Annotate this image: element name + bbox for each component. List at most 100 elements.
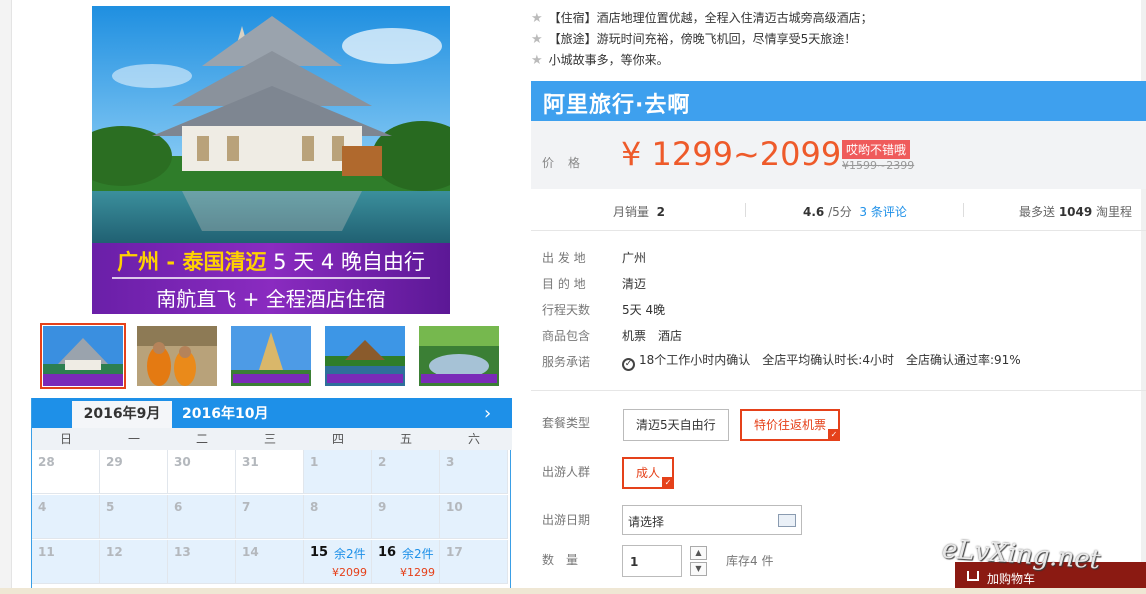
banner-destination: 泰国清迈 bbox=[182, 250, 267, 274]
price-value: ¥ 1299~2099 bbox=[621, 135, 842, 173]
rating-suffix: /5分 bbox=[824, 205, 852, 219]
day-number: 4 bbox=[38, 500, 47, 514]
price-label: 价格 bbox=[542, 156, 595, 170]
day-number: 1 bbox=[310, 455, 319, 469]
package-option-free-trip[interactable]: 清迈5天自由行 bbox=[623, 409, 729, 441]
calendar-day: 1 bbox=[304, 450, 372, 494]
chevron-down-icon[interactable]: ▼ bbox=[690, 562, 707, 576]
thumbnail-lake[interactable] bbox=[325, 326, 405, 386]
calendar-day: 30 bbox=[168, 450, 236, 494]
calendar-day: 11 bbox=[32, 540, 100, 584]
travel-date-input[interactable]: 请选择 bbox=[622, 505, 802, 535]
service-promise: ✓ 18个工作小时内确认 全店平均确认时长:4小时 全店确认通过率:91% bbox=[622, 351, 1021, 371]
day-number: 17 bbox=[446, 545, 463, 559]
monthly-sales: 月销量 2 bbox=[613, 203, 665, 220]
includes-label: 商品包含 bbox=[542, 329, 591, 343]
promise-avg-time: 全店平均确认时长:4小时 bbox=[762, 353, 894, 367]
traveler-label: 出游人群 bbox=[542, 465, 591, 479]
divider bbox=[745, 203, 746, 217]
brand-name: 阿里旅行·去啊 bbox=[543, 93, 691, 118]
chevron-up-icon[interactable]: ▲ bbox=[690, 546, 707, 560]
original-price: ¥1599~2399 bbox=[842, 159, 915, 172]
quantity-label: 数 量 bbox=[542, 553, 579, 567]
banner-type: 自由行 bbox=[361, 250, 425, 274]
star-icon: ★ bbox=[531, 32, 543, 47]
day-number: 30 bbox=[174, 455, 191, 469]
day-number: 14 bbox=[242, 545, 259, 559]
day-number: 8 bbox=[310, 500, 319, 514]
bottom-strip bbox=[0, 588, 1146, 594]
day-stock: 余2件 bbox=[334, 547, 366, 561]
day-number: 2 bbox=[378, 455, 387, 469]
calendar-day: 5 bbox=[100, 495, 168, 539]
quantity-input[interactable]: 1 bbox=[622, 545, 682, 577]
calendar-day-available[interactable]: 15 余2件 ¥2099 bbox=[304, 540, 372, 584]
day-number: 13 bbox=[174, 545, 191, 559]
brand-banner: 阿里旅行·去啊 bbox=[531, 81, 1146, 121]
day-number: 11 bbox=[38, 545, 55, 559]
calendar-weekday-row: 日 一 二 三 四 五 六 bbox=[32, 428, 512, 450]
departure-value: 广州 bbox=[622, 251, 647, 265]
divider bbox=[531, 390, 1146, 391]
banner-subline: 南航直飞 + 全程酒店住宿 bbox=[156, 287, 386, 311]
thumbnail-monks[interactable] bbox=[137, 326, 217, 386]
highlight-text: 小城故事多，等你来。 bbox=[548, 53, 669, 67]
day-number: 3 bbox=[446, 455, 455, 469]
day-number: 12 bbox=[106, 545, 123, 559]
day-number: 16 bbox=[378, 545, 397, 560]
calendar-day: 8 bbox=[304, 495, 372, 539]
promise-label: 服务承诺 bbox=[542, 355, 591, 369]
thumbnail-garden[interactable] bbox=[419, 326, 499, 386]
reviews-label: 条评论 bbox=[867, 205, 907, 219]
calendar-day: 9 bbox=[372, 495, 440, 539]
day-number: 6 bbox=[174, 500, 183, 514]
highlight-item: ★ 【住宿】酒店地理位置优越，全程入住清迈古城旁高级酒店； bbox=[531, 9, 873, 27]
destination-label: 目 的 地 bbox=[542, 277, 586, 291]
calendar-day: 29 bbox=[100, 450, 168, 494]
calendar-day: 14 bbox=[236, 540, 304, 584]
day-number: 5 bbox=[106, 500, 115, 514]
thumbnail-temple[interactable] bbox=[40, 323, 126, 389]
duration-value: 5天 4晚 bbox=[622, 303, 666, 317]
promise-rate: 全店确认通过率:91% bbox=[905, 353, 1021, 367]
calendar-header: 2016年9月 2016年10月 › bbox=[32, 398, 512, 428]
banner-headline: 广州 - 泰国清迈 5 天 4 晚自由行 bbox=[92, 246, 450, 276]
departure-calendar: 2016年9月 2016年10月 › 日 一 二 三 四 五 六 28 29 3… bbox=[31, 398, 512, 594]
points-info: 最多送 1049 淘里程 bbox=[1019, 203, 1132, 220]
calendar-day: 31 bbox=[236, 450, 304, 494]
weekday-tue: 二 bbox=[195, 432, 208, 446]
date-placeholder: 请选择 bbox=[628, 515, 665, 529]
divider bbox=[531, 230, 1146, 231]
calendar-day-available[interactable]: 16 余2件 ¥1299 bbox=[372, 540, 440, 584]
weekday-sat: 六 bbox=[467, 432, 480, 446]
day-number: 28 bbox=[38, 455, 55, 469]
points-suffix: 淘里程 bbox=[1092, 205, 1133, 219]
calendar-day: 13 bbox=[168, 540, 236, 584]
banner-route: 广州 - bbox=[117, 250, 183, 274]
weekday-mon: 一 bbox=[127, 432, 140, 446]
sales-label: 月销量 bbox=[613, 205, 650, 219]
calendar-icon[interactable] bbox=[778, 514, 796, 527]
sales-value: 2 bbox=[656, 205, 666, 219]
calendar-day: 28 bbox=[32, 450, 100, 494]
page-left-border bbox=[0, 0, 12, 594]
promo-badge: 哎哟不错哦 bbox=[842, 140, 911, 159]
highlight-item: ★ 【旅途】游玩时间充裕，傍晚飞机回，尽情享受5天旅途！ bbox=[531, 30, 856, 48]
reviews-link[interactable]: 3 条评论 bbox=[859, 205, 906, 219]
tab-sep-2016[interactable]: 2016年9月 bbox=[72, 401, 172, 428]
calendar-day: 7 bbox=[236, 495, 304, 539]
star-icon: ★ bbox=[531, 11, 543, 26]
rating: 4.6 /5分 3 条评论 bbox=[803, 203, 907, 220]
chevron-right-icon[interactable]: › bbox=[484, 403, 491, 424]
traveler-option-adult[interactable]: 成人 bbox=[622, 457, 675, 489]
divider bbox=[963, 203, 964, 217]
price-panel: 价格 ¥ 1299~2099 哎哟不错哦 ¥1599~2399 bbox=[531, 121, 1146, 189]
thumbnail-pagoda[interactable] bbox=[231, 326, 311, 386]
main-product-image: 广州 - 泰国清迈 5 天 4 晚自由行 南航直飞 + 全程酒店住宿 bbox=[92, 6, 450, 314]
package-option-flight[interactable]: 特价往返机票 bbox=[740, 409, 841, 441]
weekday-thu: 四 bbox=[331, 432, 344, 446]
day-price: ¥2099 bbox=[332, 566, 367, 579]
stats-row: 月销量 2 4.6 /5分 3 条评论 最多送 1049 淘里程 bbox=[531, 195, 1146, 225]
highlight-text: 【旅途】游玩时间充裕，傍晚飞机回，尽情享受5天旅途！ bbox=[548, 32, 857, 46]
tab-oct-2016[interactable]: 2016年10月 bbox=[182, 401, 268, 428]
